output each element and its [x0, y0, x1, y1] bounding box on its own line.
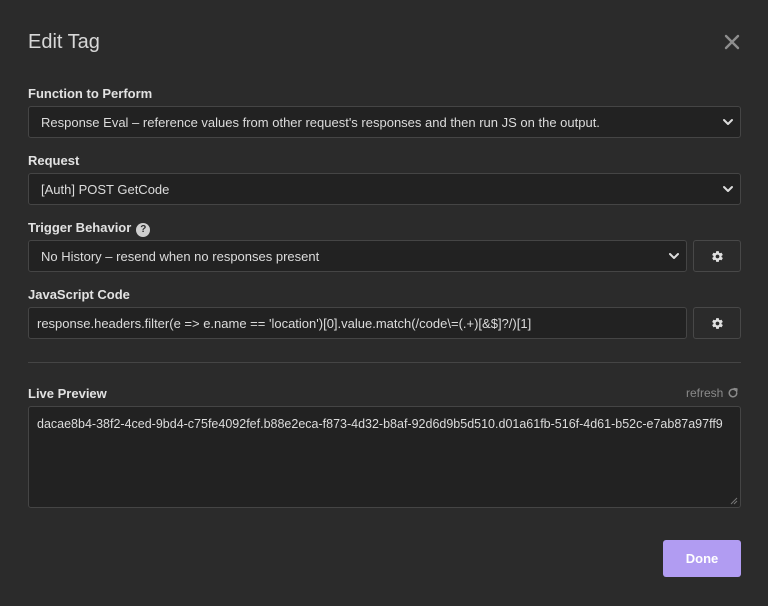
edit-tag-modal: Edit Tag Function to Perform Response Ev… [0, 0, 768, 606]
gear-icon [711, 317, 723, 329]
preview-value: dacae8b4-38f2-4ced-9bd4-c75fe4092fef.b88… [37, 417, 723, 431]
chevron-down-icon [723, 186, 733, 192]
function-label: Function to Perform [28, 86, 153, 101]
trigger-label: Trigger Behavior? [28, 220, 151, 237]
resize-handle[interactable] [730, 497, 738, 505]
request-label: Request [28, 153, 80, 168]
trigger-settings-button[interactable] [693, 240, 741, 272]
javascript-value: response.headers.filter(e => e.name == '… [37, 315, 532, 331]
section-divider [28, 362, 741, 363]
trigger-selected-value: No History – resend when no responses pr… [41, 248, 320, 264]
done-button[interactable]: Done [663, 540, 741, 577]
refresh-label: refresh [686, 386, 724, 400]
modal-title: Edit Tag [28, 31, 100, 53]
refresh-icon [728, 387, 739, 398]
request-selected-value: [Auth] POST GetCode [41, 181, 170, 197]
trigger-select[interactable]: No History – resend when no responses pr… [28, 240, 687, 272]
chevron-down-icon [723, 119, 733, 125]
javascript-input[interactable]: response.headers.filter(e => e.name == '… [28, 307, 687, 339]
trigger-label-text: Trigger Behavior [28, 220, 132, 235]
function-select[interactable]: Response Eval – reference values from ot… [28, 106, 741, 138]
javascript-settings-button[interactable] [693, 307, 741, 339]
refresh-button[interactable]: refresh [686, 386, 739, 400]
preview-label: Live Preview [28, 386, 107, 401]
function-selected-value: Response Eval – reference values from ot… [41, 114, 600, 130]
javascript-label: JavaScript Code [28, 287, 130, 302]
live-preview-output[interactable]: dacae8b4-38f2-4ced-9bd4-c75fe4092fef.b88… [28, 406, 741, 508]
chevron-down-icon [669, 253, 679, 259]
help-icon[interactable]: ? [136, 223, 151, 237]
gear-icon [711, 250, 723, 262]
close-icon[interactable] [722, 32, 742, 52]
request-select[interactable]: [Auth] POST GetCode [28, 173, 741, 205]
